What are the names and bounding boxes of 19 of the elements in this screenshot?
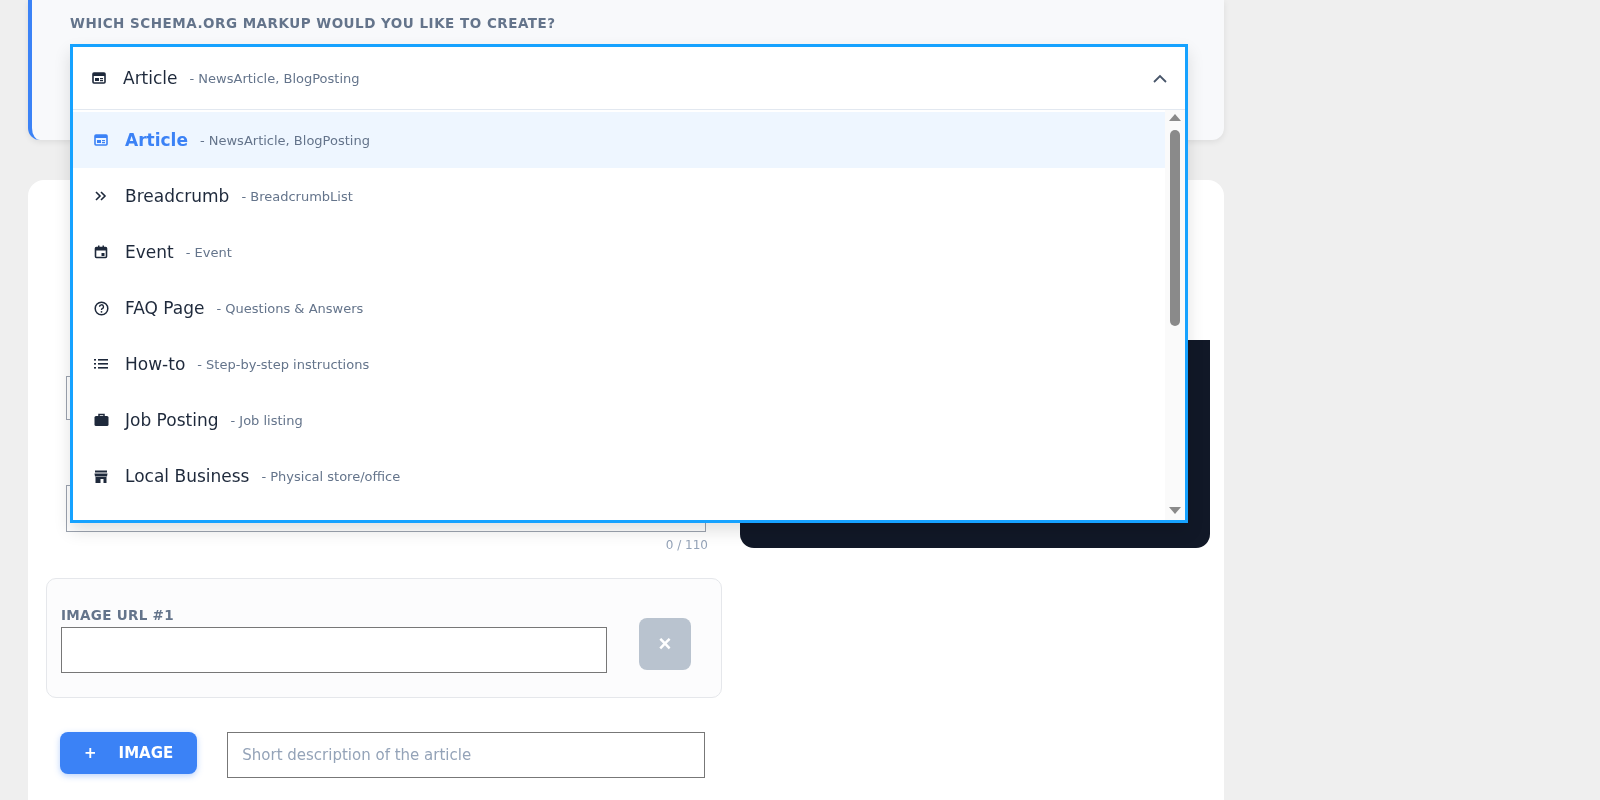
selected-description: - NewsArticle, BlogPosting bbox=[189, 70, 360, 86]
option-label: Job Posting bbox=[125, 410, 219, 430]
character-counter: 0 / 110 bbox=[665, 538, 708, 552]
option-description: - Questions & Answers bbox=[216, 300, 364, 316]
selected-value: Article bbox=[123, 68, 178, 88]
option-description: - Physical store/office bbox=[261, 468, 401, 484]
option-label: How-to bbox=[125, 354, 186, 374]
question-label: WHICH SCHEMA.ORG MARKUP WOULD YOU LIKE TO CREATE? bbox=[70, 15, 557, 31]
option-description: - Step-by-step instructions bbox=[197, 356, 370, 372]
option-label: Breadcrumb bbox=[125, 186, 230, 206]
option-label: Local Business bbox=[125, 466, 250, 486]
option-description: - Event bbox=[185, 244, 232, 260]
option-label: FAQ Page bbox=[125, 298, 205, 318]
option-description: - Job listing bbox=[230, 412, 303, 428]
option-label: Article bbox=[125, 130, 188, 150]
option-description: - NewsArticle, BlogPosting bbox=[199, 132, 370, 148]
option-label: Event bbox=[125, 242, 174, 262]
option-description: - BreadcrumbList bbox=[241, 188, 353, 204]
image-url-label: IMAGE URL #1 bbox=[61, 607, 175, 623]
